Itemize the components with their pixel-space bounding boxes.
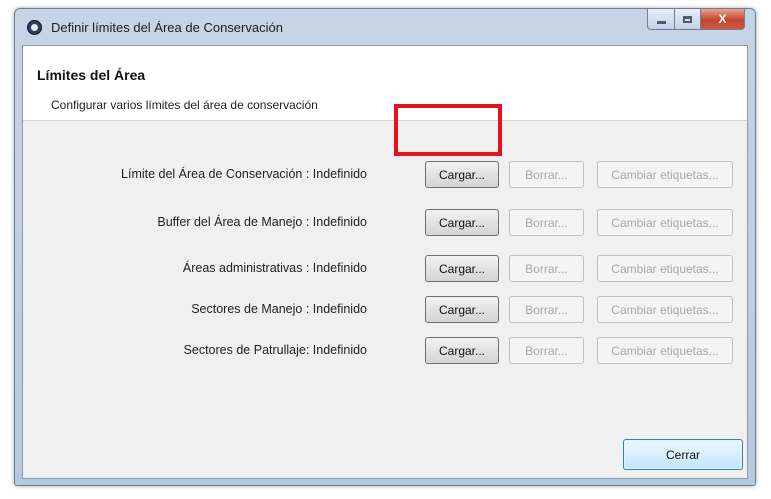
admin-areas-row-label: Áreas administrativas : Indefinido: [182, 261, 367, 275]
highlight-box: [394, 104, 502, 156]
management-sectors-row-label: Sectores de Manejo : Indefinido: [191, 302, 367, 316]
change-labels-button[interactable]: Cambiar etiquetas...: [597, 161, 733, 188]
load-button[interactable]: Cargar...: [425, 255, 499, 282]
boundary-row-label: Límite del Área de Conservación : Indefi…: [121, 167, 367, 181]
change-labels-button[interactable]: Cambiar etiquetas...: [597, 337, 733, 364]
delete-button[interactable]: Borrar...: [509, 161, 584, 188]
maximize-button[interactable]: [675, 9, 701, 30]
dialog-body: Límites del Área Configurar varios límit…: [22, 45, 748, 479]
buffer-row-label: Buffer del Área de Manejo : Indefinido: [157, 215, 367, 229]
close-window-button[interactable]: X: [701, 9, 745, 30]
header-title: Límites del Área: [37, 67, 146, 83]
minimize-icon: [656, 20, 666, 24]
change-labels-button[interactable]: Cambiar etiquetas...: [597, 296, 733, 323]
close-icon: X: [718, 12, 727, 26]
dialog-window: Definir límites del Área de Conservación…: [14, 8, 756, 486]
window-controls: X: [647, 9, 745, 31]
load-button[interactable]: Cargar...: [425, 161, 499, 188]
delete-button[interactable]: Borrar...: [509, 255, 584, 282]
delete-button[interactable]: Borrar...: [509, 296, 584, 323]
load-button[interactable]: Cargar...: [425, 296, 499, 323]
window-title: Definir límites del Área de Conservación: [51, 20, 283, 35]
maximize-icon: [683, 15, 692, 23]
title-bar[interactable]: Definir límites del Área de Conservación…: [15, 9, 755, 45]
patrol-sectors-row-label: Sectores de Patrullaje: Indefinido: [183, 343, 367, 357]
cerrar-button[interactable]: Cerrar: [623, 439, 743, 470]
app-icon: [27, 20, 42, 35]
load-button[interactable]: Cargar...: [425, 337, 499, 364]
change-labels-button[interactable]: Cambiar etiquetas...: [597, 255, 733, 282]
load-button[interactable]: Cargar...: [425, 209, 499, 236]
delete-button[interactable]: Borrar...: [509, 209, 584, 236]
dialog-header: Límites del Área Configurar varios límit…: [23, 46, 747, 121]
delete-button[interactable]: Borrar...: [509, 337, 584, 364]
minimize-button[interactable]: [647, 9, 675, 30]
change-labels-button[interactable]: Cambiar etiquetas...: [597, 209, 733, 236]
header-description: Configurar varios límites del área de co…: [51, 98, 318, 112]
